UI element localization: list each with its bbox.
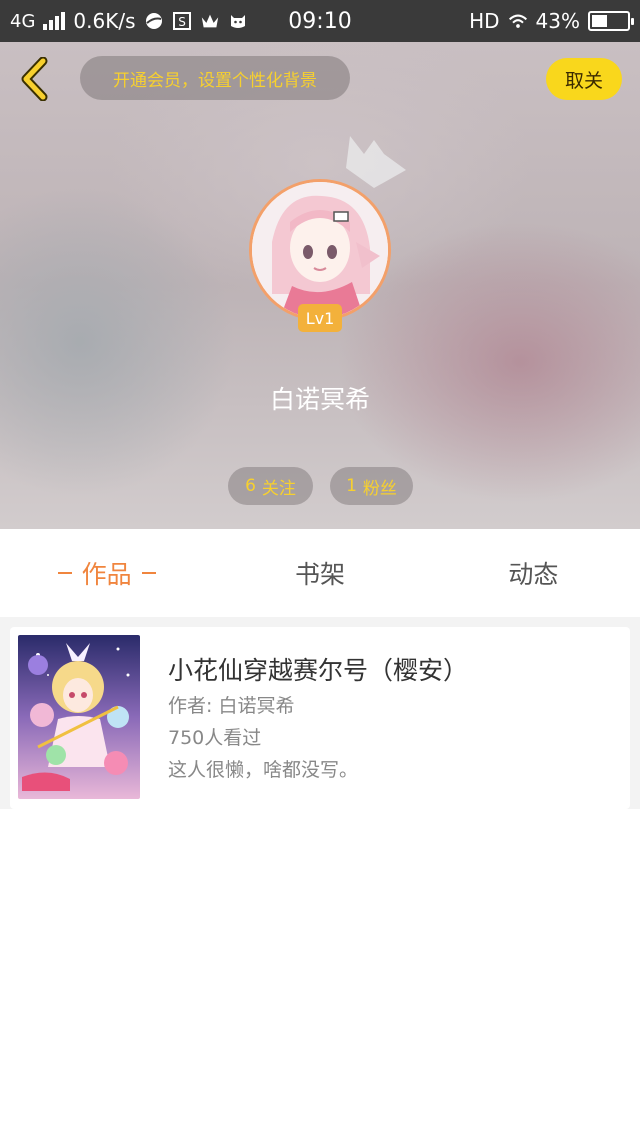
book-description: 这人很懒，啥都没写。 (168, 759, 359, 781)
tab-bookshelf-label: 书架 (294, 560, 345, 589)
fans-label: 粉丝 (362, 478, 397, 499)
following-count: 6 (245, 476, 256, 496)
following-stat[interactable]: 6 关注 (228, 467, 313, 505)
status-right: HD 43% (469, 9, 634, 33)
fans-count: 1 (346, 476, 357, 496)
profile-tabs: 作品 书架 动态 (0, 529, 640, 617)
cat-app-icon (228, 11, 248, 31)
following-label: 关注 (261, 478, 296, 499)
battery-icon (588, 11, 634, 31)
profile-header: 开通会员，设置个性化背景 取关 Lv1 白诺冥希 6 关注 1 粉丝 (0, 42, 640, 529)
s-app-icon: S (172, 11, 192, 31)
works-list: 小花仙穿越赛尔号（樱安） 作者: 白诺冥希 750人看过 这人很懒，啥都没写。 (0, 617, 640, 809)
book-author: 作者: 白诺冥希 (168, 695, 295, 717)
fans-stat[interactable]: 1 粉丝 (330, 467, 413, 505)
svg-text:S: S (178, 15, 186, 29)
hd-indicator: HD (469, 9, 500, 33)
browser-icon (144, 11, 164, 31)
network-type: 4G (10, 10, 36, 32)
username: 白诺冥希 (269, 385, 370, 414)
book-cover-image (18, 635, 140, 799)
crown-app-icon (200, 11, 220, 31)
vip-background-prompt[interactable]: 开通会员，设置个性化背景 (80, 56, 350, 100)
list-item[interactable]: 小花仙穿越赛尔号（樱安） 作者: 白诺冥希 750人看过 这人很懒，啥都没写。 (10, 627, 630, 809)
wifi-icon (508, 11, 528, 31)
signal-icon (43, 12, 66, 30)
book-title[interactable]: 小花仙穿越赛尔号（樱安） (168, 651, 468, 687)
avatar-image (252, 182, 388, 318)
tab-active-dash-right (141, 572, 156, 574)
book-views: 750人看过 (168, 727, 262, 749)
tab-active-dash-left (57, 572, 72, 574)
status-bar: 4G 0.6K/s S 09:10 HD 43% (0, 0, 640, 42)
back-button[interactable] (14, 56, 54, 102)
tab-activity[interactable]: 动态 (427, 529, 640, 617)
tab-works-label: 作品 (81, 560, 132, 589)
tab-bookshelf[interactable]: 书架 (213, 529, 426, 617)
avatar[interactable] (249, 179, 391, 321)
tab-activity-label: 动态 (508, 560, 559, 589)
battery-fill (592, 15, 607, 27)
battery-percent: 43% (535, 9, 580, 33)
chevron-left-icon (21, 57, 48, 101)
book-cover[interactable] (18, 635, 140, 799)
level-badge: Lv1 (298, 304, 342, 332)
network-speed: 0.6K/s (73, 9, 136, 33)
tab-works[interactable]: 作品 (0, 529, 213, 617)
unfollow-button[interactable]: 取关 (546, 58, 622, 100)
status-left: 4G 0.6K/s S (10, 9, 248, 33)
